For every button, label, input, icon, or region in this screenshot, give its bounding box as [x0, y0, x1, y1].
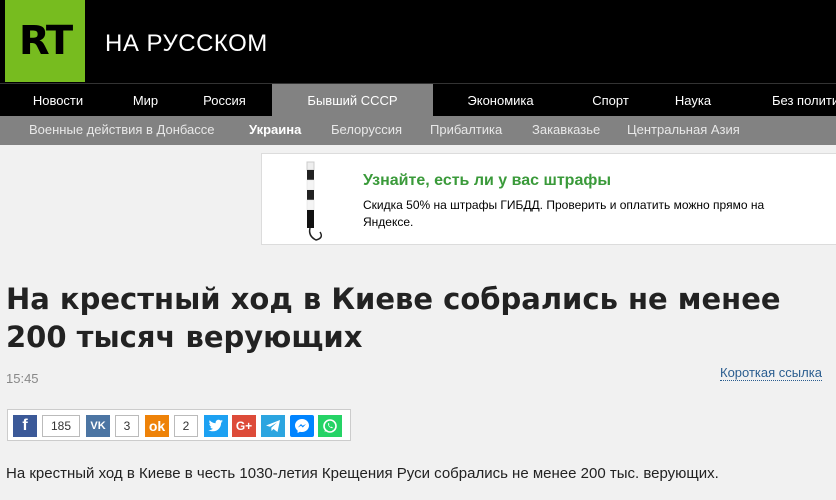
nav-item-former-ussr[interactable]: Бывший СССР — [272, 84, 433, 117]
main-nav: Новости Мир Россия Бывший СССР Экономика… — [0, 83, 836, 117]
ok-count: 2 — [174, 415, 198, 437]
subnav-item-ukraine[interactable]: Украина — [249, 116, 301, 145]
twitter-icon[interactable] — [204, 415, 228, 437]
nav-item-news[interactable]: Новости — [18, 84, 98, 117]
article-headline: На крестный ход в Киеве собрались не мен… — [6, 282, 781, 354]
telegram-icon[interactable] — [261, 415, 285, 437]
odnoklassniki-icon[interactable]: ok — [145, 415, 169, 437]
site-title[interactable]: НА РУССКОМ — [105, 30, 268, 58]
ad-text: Скидка 50% на штрафы ГИБДД. Проверить и … — [363, 198, 765, 229]
nav-item-russia[interactable]: Россия — [192, 84, 257, 117]
share-bar: f 185 VK 3 ok 2 G+ — [7, 409, 351, 441]
subnav-item-donbass[interactable]: Военные действия в Донбассе — [29, 116, 215, 145]
facebook-icon[interactable]: f — [13, 415, 37, 437]
vk-icon[interactable]: VK — [86, 415, 110, 437]
nav-item-sport[interactable]: Спорт — [583, 84, 638, 117]
vk-count: 3 — [115, 415, 139, 437]
nav-item-science[interactable]: Наука — [664, 84, 722, 117]
google-plus-icon[interactable]: G+ — [232, 415, 256, 437]
subnav-item-central-asia[interactable]: Центральная Азия — [627, 116, 740, 145]
nav-item-no-politics[interactable]: Без полити — [772, 84, 836, 117]
ad-title[interactable]: Узнайте, есть ли у вас штрафы — [363, 172, 611, 190]
site-header: RT НА РУССКОМ — [0, 0, 836, 83]
rt-logo[interactable]: RT — [5, 0, 85, 82]
whatsapp-icon[interactable] — [318, 415, 342, 437]
baton-icon — [306, 161, 323, 241]
article-lead: На крестный ход в Киеве в честь 1030-лет… — [6, 465, 719, 482]
subnav-item-belarus[interactable]: Белоруссия — [331, 116, 402, 145]
logo-text: RT — [18, 18, 73, 64]
messenger-icon[interactable] — [290, 415, 314, 437]
sub-nav: Военные действия в Донбассе Украина Бело… — [0, 116, 836, 145]
article-time: 15:45 — [6, 371, 39, 386]
short-link[interactable]: Короткая ссылка — [720, 365, 822, 381]
nav-item-economy[interactable]: Экономика — [458, 84, 543, 117]
subnav-item-baltics[interactable]: Прибалтика — [430, 116, 502, 145]
ad-banner[interactable]: Узнайте, есть ли у вас штрафы Скидка 50%… — [261, 153, 836, 245]
facebook-count: 185 — [42, 415, 80, 437]
subnav-item-transcaucasia[interactable]: Закавказье — [532, 116, 600, 145]
nav-item-world[interactable]: Мир — [118, 84, 173, 117]
